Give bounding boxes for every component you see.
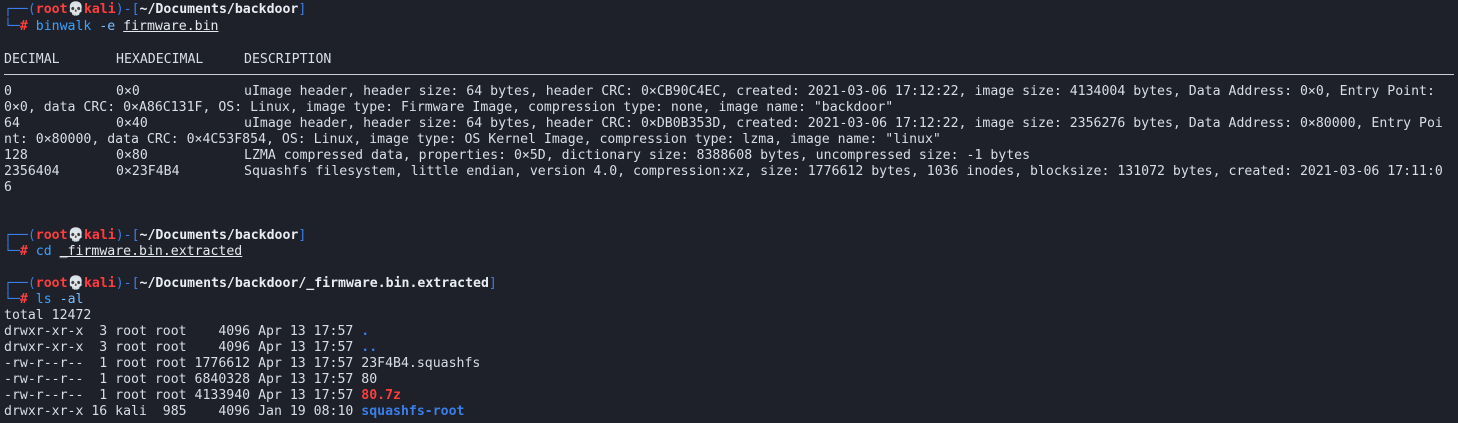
row-hexadecimal: 0×0	[116, 84, 140, 99]
prompt-bracket: )-[	[115, 276, 140, 291]
row-description: uImage header, header size: 64 bytes, he…	[244, 116, 1443, 131]
entry-name: 80.7z	[361, 388, 401, 403]
entry-meta: -rw-r--r-- 1 root root 6840328 Apr 13 17…	[4, 372, 362, 387]
row-continuation: 0×0, data CRC: 0×A86C131F, OS: Linux, im…	[4, 100, 894, 115]
skull-icon: 💀	[67, 228, 84, 243]
prompt-hash: #	[19, 19, 28, 34]
entry-name: .	[361, 324, 370, 339]
entry-meta: drwxr-xr-x 16 kali 985 4096 Jan 19 08:10	[4, 404, 362, 419]
entry-meta: drwxr-xr-x 3 root root 4096 Apr 13 17:57	[4, 324, 362, 339]
table-row: 128 0×80 LZMA compressed data, propertie…	[4, 148, 1454, 164]
prompt-path: ~/Documents/backdoor	[139, 228, 299, 243]
row-hexadecimal: 0×80	[116, 148, 148, 163]
prompt-line-2: ┌──(root💀kali)-[~/Documents/backdoor]	[4, 228, 306, 244]
prompt-bracket: ┌──(	[4, 2, 36, 17]
skull-icon: 💀	[67, 2, 84, 17]
row-decimal: 128	[4, 148, 28, 163]
command-argument: firmware.bin	[123, 19, 219, 34]
entry-name: 80	[361, 372, 378, 387]
list-item: -rw-r--r-- 1 root root 4133940 Apr 13 17…	[4, 388, 401, 404]
entry-name: ..	[361, 340, 378, 355]
command-flag: -al	[59, 292, 84, 307]
row-hexadecimal: 0×23F4B4	[116, 164, 180, 179]
header-divider	[4, 74, 1454, 75]
prompt-bracket: )-[	[115, 228, 140, 243]
list-item: drwxr-xr-x 3 root root 4096 Apr 13 17:57…	[4, 324, 369, 340]
entry-meta: drwxr-xr-x 3 root root 4096 Apr 13 17:57	[4, 340, 362, 355]
prompt-corner: └─	[4, 19, 20, 34]
header-decimal: DECIMAL	[4, 52, 60, 67]
prompt-line-1: ┌──(root💀kali)-[~/Documents/backdoor]	[4, 2, 306, 18]
table-row: 2356404 0×23F4B4 Squashfs filesystem, li…	[4, 164, 1454, 180]
command-name: binwalk	[35, 19, 92, 34]
prompt-host: kali	[83, 276, 116, 291]
command-line-2[interactable]: └─# cd _firmware.bin.extracted	[4, 244, 242, 260]
binwalk-header: DECIMAL HEXADECIMAL DESCRIPTION	[4, 52, 1454, 68]
prompt-bracket: ]	[298, 228, 307, 243]
prompt-user: root	[35, 228, 68, 243]
list-item: -rw-r--r-- 1 root root 1776612 Apr 13 17…	[4, 356, 480, 372]
command-flag: -e	[99, 19, 116, 34]
command-line-3[interactable]: └─# ls -al	[4, 292, 83, 308]
command-name: cd	[35, 244, 52, 259]
prompt-user: root	[35, 2, 68, 17]
table-row: 64 0×40 uImage header, header size: 64 b…	[4, 116, 1454, 132]
prompt-host: kali	[83, 2, 116, 17]
row-continuation: 6	[4, 180, 12, 195]
entry-name: squashfs-root	[361, 404, 465, 419]
entry-name: 23F4B4.squashfs	[361, 356, 481, 371]
entry-meta: -rw-r--r-- 1 root root 4133940 Apr 13 17…	[4, 388, 362, 403]
prompt-path: ~/Documents/backdoor	[139, 2, 299, 17]
terminal-window[interactable]: ┌──(root💀kali)-[~/Documents/backdoor] └─…	[0, 0, 1458, 423]
prompt-corner: └─	[4, 244, 20, 259]
row-description: Squashfs filesystem, little endian, vers…	[244, 164, 1443, 179]
prompt-bracket: ]	[298, 2, 307, 17]
row-decimal: 2356404	[4, 164, 60, 179]
command-line-1[interactable]: └─# binwalk -e firmware.bin	[4, 19, 218, 35]
prompt-hash: #	[19, 244, 28, 259]
row-decimal: 64	[4, 116, 20, 131]
prompt-hash: #	[19, 292, 28, 307]
prompt-path: ~/Documents/backdoor/_firmware.bin.extra…	[139, 276, 489, 291]
command-name: ls	[35, 292, 52, 307]
prompt-user: root	[35, 276, 68, 291]
ls-total: total 12472	[4, 308, 92, 323]
header-description: DESCRIPTION	[244, 52, 332, 67]
row-description: uImage header, header size: 64 bytes, he…	[244, 84, 1435, 99]
row-hexadecimal: 0×40	[116, 116, 148, 131]
list-item: drwxr-xr-x 16 kali 985 4096 Jan 19 08:10…	[4, 404, 465, 420]
list-item: drwxr-xr-x 3 root root 4096 Apr 13 17:57…	[4, 340, 377, 356]
entry-meta: -rw-r--r-- 1 root root 1776612 Apr 13 17…	[4, 356, 362, 371]
row-continuation: nt: 0×80000, data CRC: 0×4C53F854, OS: L…	[4, 132, 941, 147]
prompt-host: kali	[83, 228, 116, 243]
prompt-line-3: ┌──(root💀kali)-[~/Documents/backdoor/_fi…	[4, 276, 497, 292]
prompt-bracket: ┌──(	[4, 276, 36, 291]
header-hexadecimal: HEXADECIMAL	[116, 52, 204, 67]
command-argument: _firmware.bin.extracted	[59, 244, 243, 259]
prompt-corner: └─	[4, 292, 20, 307]
row-decimal: 0	[4, 84, 12, 99]
prompt-bracket: ┌──(	[4, 228, 36, 243]
list-item: -rw-r--r-- 1 root root 6840328 Apr 13 17…	[4, 372, 377, 388]
skull-icon: 💀	[67, 276, 84, 291]
prompt-bracket: )-[	[115, 2, 140, 17]
row-description: LZMA compressed data, properties: 0×5D, …	[244, 148, 1031, 163]
table-row: 0 0×0 uImage header, header size: 64 byt…	[4, 84, 1454, 100]
prompt-bracket: ]	[488, 276, 497, 291]
